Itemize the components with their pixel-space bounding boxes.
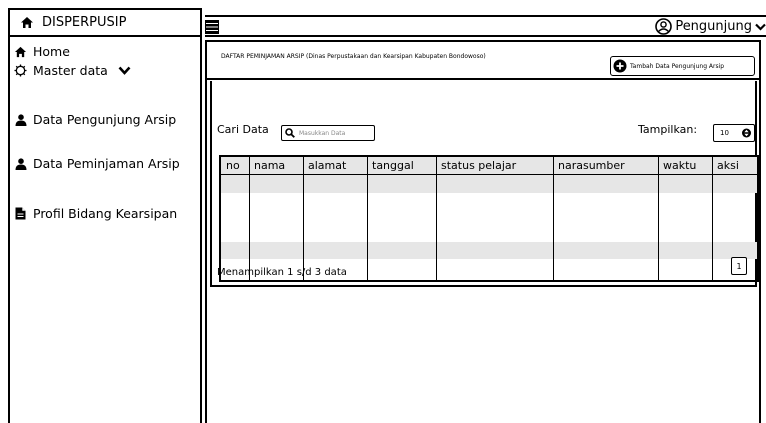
sidebar-item-label: Data Pengunjung Arsip	[33, 112, 177, 127]
menu-toggle-icon[interactable]	[205, 19, 219, 34]
table-header: no nama alamat tanggal status pelajar na…	[221, 157, 757, 175]
column-header-tanggal[interactable]: tanggal	[367, 157, 436, 175]
add-button-label: Tambah Data Pengunjung Arsip	[630, 62, 725, 70]
sidebar: DISPERPUSIP Home Master data Data Pengun…	[8, 8, 202, 423]
table-column	[436, 157, 553, 280]
column-header-waktu[interactable]: waktu	[658, 157, 712, 175]
column-header-alamat[interactable]: alamat	[303, 157, 367, 175]
add-visitor-button[interactable]: Tambah Data Pengunjung Arsip	[610, 56, 755, 76]
chevron-down-icon	[755, 23, 766, 31]
sidebar-item-label: Master data	[33, 63, 108, 78]
column-header-aksi[interactable]: aksi	[712, 157, 757, 175]
sidebar-item-home[interactable]: Home	[14, 44, 70, 59]
user-avatar-icon	[655, 18, 673, 35]
table-column	[553, 157, 658, 280]
home-icon	[20, 16, 34, 30]
column-header-no[interactable]: no	[221, 157, 249, 175]
sidebar-item-label: Data Peminjaman Arsip	[33, 156, 180, 171]
table-card: Cari Data Masukkan Data Tampilkan: 10 no…	[210, 81, 759, 287]
entries-value: 10	[720, 129, 729, 137]
sidebar-item-data-peminjaman-arsip[interactable]: Data Peminjaman Arsip	[14, 156, 180, 171]
table-column	[658, 157, 712, 280]
search-placeholder: Masukkan Data	[299, 129, 346, 137]
table-column	[249, 157, 303, 280]
column-header-status-pelajar[interactable]: status pelajar	[436, 157, 553, 175]
table-columns	[221, 157, 757, 280]
search-label: Cari Data	[217, 123, 269, 136]
pagination-info: Menampilkan 1 s/d 3 data	[217, 267, 347, 278]
title-row: DAFTAR PEMINJAMAN ARSIP (Dinas Perpustak…	[207, 44, 759, 80]
sidebar-brand[interactable]: DISPERPUSIP	[10, 10, 200, 37]
brand-title: DISPERPUSIP	[42, 15, 127, 30]
pagination-page-button[interactable]: 1	[731, 257, 747, 275]
table-column	[303, 157, 367, 280]
page-number: 1	[736, 261, 742, 271]
user-icon	[14, 157, 27, 170]
chevron-down-icon	[118, 64, 131, 77]
sort-arrows-icon	[742, 128, 751, 138]
plus-circle-icon	[613, 59, 627, 73]
data-table: no nama alamat tanggal status pelajar na…	[219, 155, 759, 282]
user-name: Pengunjung	[675, 19, 752, 34]
home-icon	[14, 45, 27, 58]
table-column	[221, 157, 249, 280]
main-panel: DAFTAR PEMINJAMAN ARSIP (Dinas Perpustak…	[205, 40, 761, 423]
top-header: Pengunjung	[205, 15, 766, 37]
sidebar-item-data-pengunjung-arsip[interactable]: Data Pengunjung Arsip	[14, 112, 176, 127]
settings-icon	[14, 64, 27, 77]
entries-select[interactable]: 10	[713, 124, 755, 142]
user-menu[interactable]: Pengunjung	[655, 18, 766, 35]
sidebar-item-master-data[interactable]: Master data	[14, 63, 131, 78]
sidebar-item-profil-bidang-kearsipan[interactable]: Profil Bidang Kearsipan	[14, 206, 177, 221]
document-icon	[14, 207, 27, 220]
sidebar-item-label: Home	[33, 44, 70, 59]
page-title: DAFTAR PEMINJAMAN ARSIP (Dinas Perpustak…	[221, 53, 486, 60]
column-header-narasumber[interactable]: narasumber	[553, 157, 658, 175]
entries-label: Tampilkan:	[638, 123, 698, 136]
table-column	[367, 157, 436, 280]
user-icon	[14, 113, 27, 126]
sidebar-item-label: Profil Bidang Kearsipan	[33, 206, 178, 221]
search-icon	[285, 128, 295, 138]
column-header-nama[interactable]: nama	[249, 157, 303, 175]
search-input[interactable]: Masukkan Data	[281, 125, 375, 141]
